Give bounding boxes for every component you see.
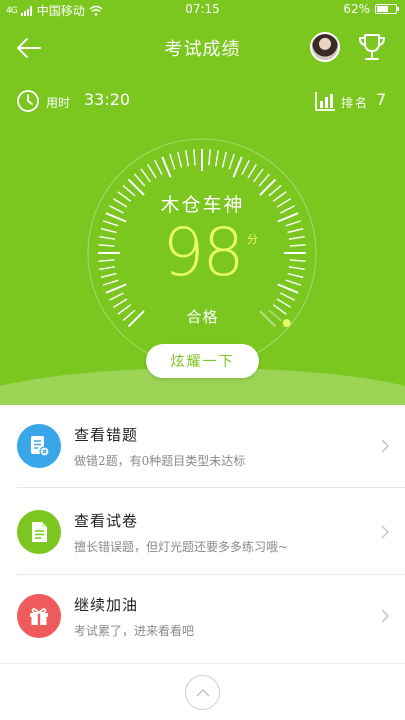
gauge-tick: [154, 160, 163, 175]
rank-icon: [315, 92, 335, 111]
score-value: 98: [162, 214, 245, 291]
gauge-tick: [161, 156, 172, 178]
gauge-tick: [140, 168, 151, 183]
menu-title: 继续加油: [74, 596, 139, 614]
trophy-icon: [358, 34, 386, 60]
trophy-button[interactable]: [356, 31, 388, 63]
menu-desc: 擅长错误题，但灯光题还要多多练习哦~: [74, 540, 289, 554]
wrong-questions-icon: [31, 436, 50, 457]
gauge-tick: [221, 151, 227, 168]
chevron-right-icon: [381, 439, 390, 453]
gauge-tick: [109, 292, 124, 301]
clock-icon: [17, 90, 39, 112]
footer-divider: [0, 663, 405, 664]
rank-value: 7: [376, 90, 387, 109]
time-value: 33:20: [84, 90, 131, 109]
collapse-button[interactable]: [185, 675, 220, 710]
score-unit: 分: [247, 233, 258, 246]
time-label: 用时: [46, 96, 71, 110]
gauge-tick: [177, 151, 183, 168]
gauge-tick: [258, 173, 271, 187]
gauge-tick: [215, 150, 219, 167]
exam-paper-icon: [32, 522, 47, 542]
gauge-tick: [169, 153, 176, 170]
gauge-tick: [241, 160, 250, 175]
menu-item-view-paper[interactable]: 查看试卷 擅长错误题，但灯光题还要多多练习哦~: [0, 491, 405, 573]
gauge-tick: [147, 163, 157, 179]
battery-icon: [375, 4, 399, 14]
status-bar: 4G 中国移动 07:15 62%: [0, 0, 405, 20]
page-title: 考试成绩: [164, 39, 241, 60]
exam-stats-row: 用时 33:20 排名 7: [0, 88, 405, 114]
battery-percent: 62%: [343, 2, 370, 16]
menu-item-wrong-questions[interactable]: 查看错题 做错2题，有0种题目类型未达标: [0, 405, 405, 487]
share-button[interactable]: 炫耀一下: [146, 344, 259, 378]
gauge-tick: [193, 149, 196, 166]
battery-fill: [377, 6, 389, 12]
menu-desc: 考试累了，进来看看吧: [74, 624, 195, 638]
gauge-tick: [247, 163, 257, 179]
exam-paper-icon-circle: [17, 510, 61, 554]
avatar[interactable]: [310, 32, 340, 62]
rank-label: 排名: [341, 96, 370, 110]
gauge-tick: [208, 149, 211, 166]
gauge-tick: [133, 173, 146, 187]
pass-status: 合格: [186, 308, 219, 326]
menu-item-keep-going[interactable]: 继续加油 考试累了，进来看看吧: [0, 575, 405, 657]
chevron-up-icon: [195, 688, 210, 697]
chevron-right-icon: [381, 525, 390, 539]
menu-title: 查看试卷: [74, 512, 139, 530]
menu-desc: 做错2题，有0种题目类型未达标: [74, 454, 246, 468]
chevron-right-icon: [381, 609, 390, 623]
gauge-tick: [280, 292, 295, 301]
navbar: 考试成绩: [0, 25, 405, 69]
gift-icon-circle: [17, 594, 61, 638]
gauge-tick: [232, 156, 243, 178]
gift-icon: [30, 608, 48, 625]
wrong-questions-icon-circle: [17, 424, 61, 468]
gauge-tick: [185, 150, 189, 167]
menu-title: 查看错题: [74, 426, 139, 444]
gauge-tick: [253, 168, 264, 183]
divider: [17, 487, 405, 488]
gauge-tick: [228, 153, 235, 170]
